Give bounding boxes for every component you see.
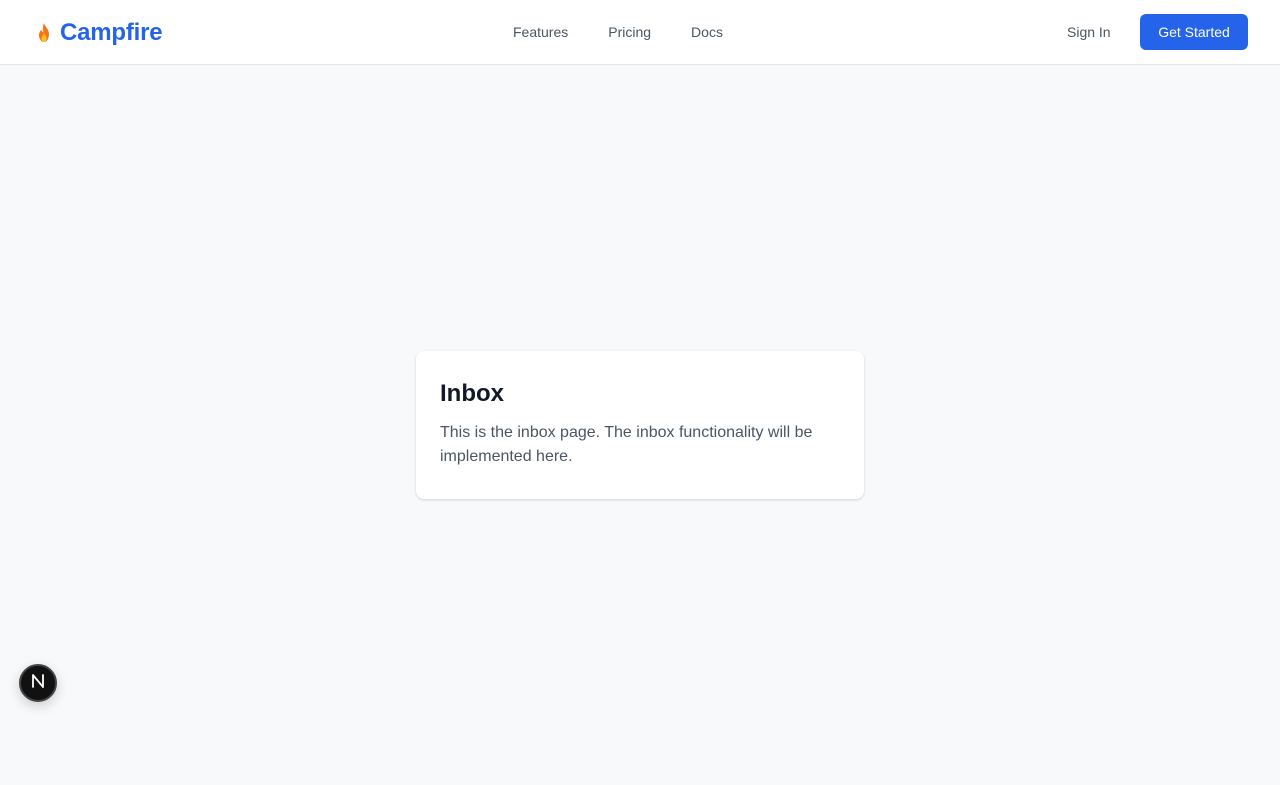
brand-logo-link[interactable]: Campfire — [32, 17, 163, 49]
nav-link-docs[interactable]: Docs — [671, 0, 743, 64]
nav-link-features[interactable]: Features — [493, 0, 588, 64]
page-title: Inbox — [440, 380, 504, 407]
inbox-description: This is the inbox page. The inbox functi… — [440, 424, 813, 465]
main-nav: Features Pricing Docs — [493, 0, 743, 64]
flame-icon — [32, 21, 56, 45]
dev-tools-indicator-button[interactable] — [19, 664, 57, 702]
sign-in-link[interactable]: Sign In — [1053, 0, 1125, 64]
nextjs-icon — [29, 672, 47, 695]
brand-name: Campfire — [60, 19, 163, 46]
inbox-card: Inbox This is the inbox page. The inbox … — [416, 351, 864, 499]
get-started-button[interactable]: Get Started — [1140, 14, 1248, 50]
top-navbar: Campfire Features Pricing Docs Sign In G… — [0, 0, 1280, 65]
nav-link-pricing[interactable]: Pricing — [588, 0, 671, 64]
